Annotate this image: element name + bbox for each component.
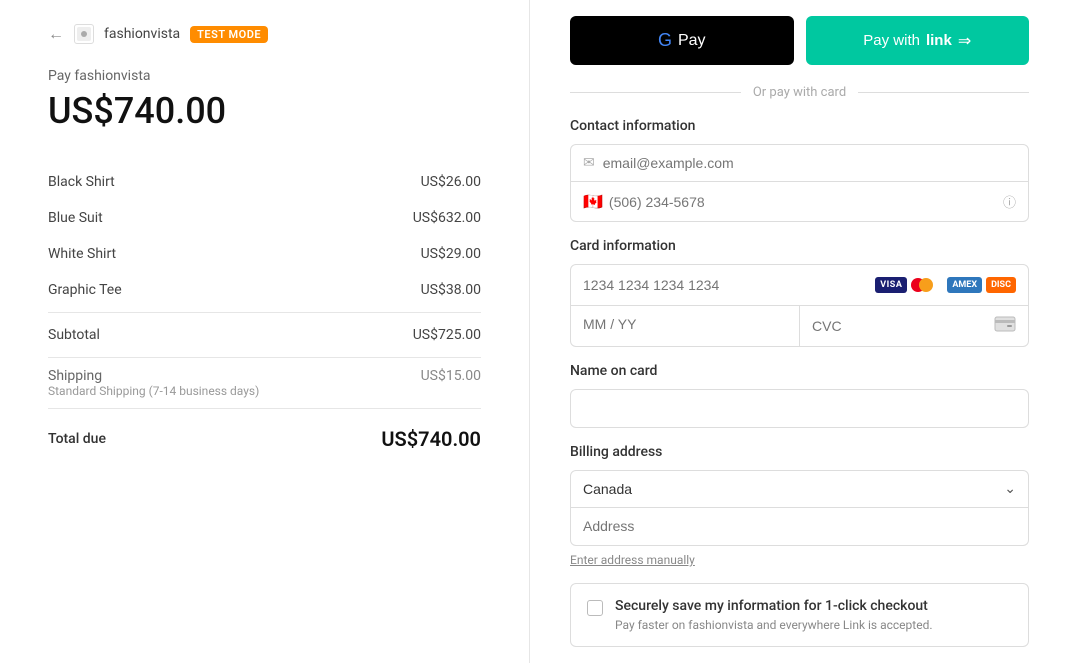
line-item-name: Black Shirt (48, 174, 115, 190)
canada-flag-icon: 🇨🇦 (583, 192, 603, 211)
line-items: Black Shirt US$26.00 Blue Suit US$632.00… (48, 164, 481, 308)
amex-icon: AMEX (947, 277, 982, 293)
gpay-button[interactable]: G Pay (570, 16, 794, 65)
line-item-name: Blue Suit (48, 210, 103, 226)
line-item: Graphic Tee US$38.00 (48, 272, 481, 308)
subtotal-value: US$725.00 (413, 327, 481, 343)
link-button-main: link (926, 32, 952, 49)
name-on-card-input[interactable] (583, 400, 1016, 416)
contact-input-group: ✉ 🇨🇦 ⓘ (570, 144, 1029, 222)
email-row[interactable]: ✉ (571, 145, 1028, 182)
country-select[interactable]: Canada United States (583, 481, 1004, 497)
total-value: US$740.00 (381, 427, 481, 451)
line-item: Black Shirt US$26.00 (48, 164, 481, 200)
email-icon: ✉ (583, 155, 595, 171)
subtotal-label: Subtotal (48, 327, 100, 343)
save-subtitle: Pay faster on fashionvista and everywher… (615, 618, 1012, 632)
chevron-down-icon: ⌄ (1004, 481, 1016, 497)
card-section-label: Card information (570, 238, 1029, 254)
visa-icon: VISA (875, 277, 907, 293)
gpay-text: Pay (678, 32, 706, 50)
cvc-input[interactable] (812, 318, 994, 334)
shipping-row: Shipping Standard Shipping (7-14 busines… (48, 362, 481, 404)
payment-buttons: G Pay Pay with link ⇒ (570, 16, 1029, 65)
address-input[interactable] (583, 518, 1016, 534)
contact-section-label: Contact information (570, 118, 1029, 134)
subtotal-divider (48, 312, 481, 313)
link-pay-button[interactable]: Pay with link ⇒ (806, 16, 1030, 65)
country-select-container[interactable]: Canada United States ⌄ (570, 470, 1029, 508)
link-button-prefix: Pay with (863, 32, 920, 49)
left-panel: ← fashionvista TEST MODE Pay fashionvist… (0, 0, 530, 663)
billing-address-container: Canada United States ⌄ (570, 470, 1029, 546)
or-divider: Or pay with card (570, 85, 1029, 100)
pay-label: Pay fashionvista (48, 68, 481, 84)
save-title: Securely save my information for 1-click… (615, 598, 1012, 614)
test-mode-badge: TEST MODE (190, 26, 268, 43)
phone-info-icon: ⓘ (1003, 192, 1016, 211)
phone-input[interactable] (609, 194, 1003, 210)
shipping-price: US$15.00 (421, 368, 481, 384)
line-item-price: US$26.00 (421, 174, 481, 190)
line-item-price: US$29.00 (421, 246, 481, 262)
card-brand-icons: VISA AMEX DISC (875, 275, 1016, 295)
back-button[interactable]: ← (48, 24, 64, 44)
total-amount: US$740.00 (48, 90, 481, 132)
card-number-input[interactable] (583, 277, 875, 293)
card-number-row[interactable]: VISA AMEX DISC (571, 265, 1028, 306)
enter-address-link[interactable]: Enter address manually (570, 553, 695, 567)
address-input-container[interactable] (570, 508, 1029, 546)
total-label: Total due (48, 431, 106, 447)
line-item-price: US$38.00 (421, 282, 481, 298)
shipping-label: Shipping (48, 368, 259, 384)
merchant-name: fashionvista (104, 26, 180, 42)
cvc-row[interactable] (800, 306, 1028, 346)
line-item-name: Graphic Tee (48, 282, 122, 298)
expiry-row[interactable] (571, 306, 800, 346)
email-input[interactable] (603, 155, 1016, 171)
shipping-sub: Standard Shipping (7-14 business days) (48, 384, 259, 398)
right-panel: G Pay Pay with link ⇒ Or pay with card C… (530, 0, 1069, 663)
phone-row[interactable]: 🇨🇦 ⓘ (571, 182, 1028, 221)
save-info-container: Securely save my information for 1-click… (570, 583, 1029, 647)
line-item-price: US$632.00 (413, 210, 481, 226)
discover-icon: DISC (986, 277, 1016, 293)
save-info-checkbox[interactable] (587, 600, 603, 616)
line-item: Blue Suit US$632.00 (48, 200, 481, 236)
billing-section-label: Billing address (570, 444, 1029, 460)
header-nav: ← fashionvista TEST MODE (48, 24, 481, 44)
total-divider (48, 408, 481, 409)
mastercard-icon (911, 275, 943, 295)
expiry-input[interactable] (583, 316, 787, 332)
total-row: Total due US$740.00 (48, 413, 481, 465)
card-expiry-cvc-row (571, 306, 1028, 346)
card-input-group: VISA AMEX DISC (570, 264, 1029, 347)
shipping-divider (48, 357, 481, 358)
name-input-container[interactable] (570, 389, 1029, 428)
subtotal-row: Subtotal US$725.00 (48, 317, 481, 353)
name-section-label: Name on card (570, 363, 1029, 379)
merchant-favicon (74, 24, 94, 44)
google-g-logo: G (658, 30, 672, 51)
line-item-name: White Shirt (48, 246, 116, 262)
cvc-card-icon (994, 316, 1016, 336)
line-item: White Shirt US$29.00 (48, 236, 481, 272)
link-arrow-icon: ⇒ (958, 31, 971, 51)
